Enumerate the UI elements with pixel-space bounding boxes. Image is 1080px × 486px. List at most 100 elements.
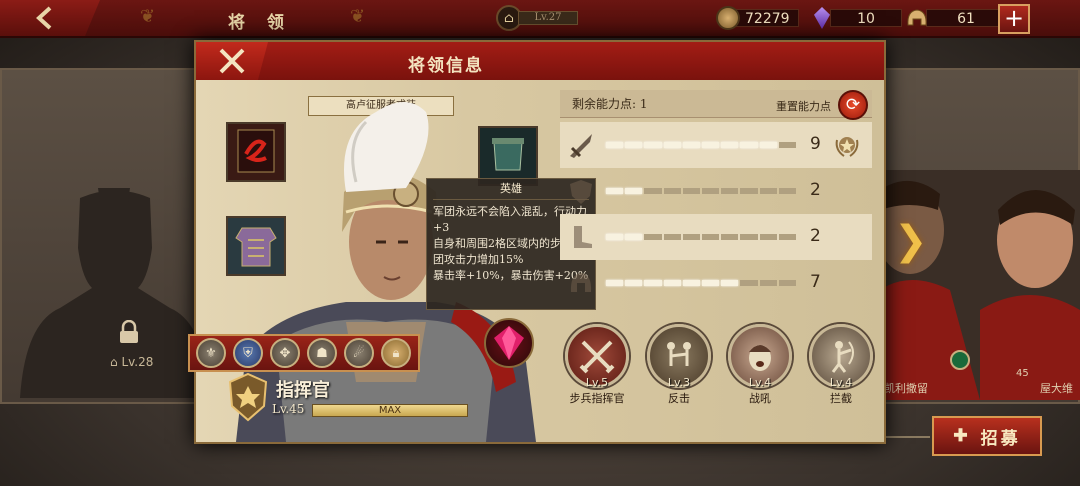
dialog-header: 将领信息 (196, 42, 884, 80)
stat-segment (625, 280, 643, 286)
stat-row-speed[interactable]: 2 (560, 214, 872, 260)
coin-value: 72279 (736, 9, 799, 27)
talent-lock-icon: 🔒︎ (381, 338, 411, 368)
helmet-value: 61 (926, 9, 1006, 27)
locked-level-text: Lv.28 (121, 355, 154, 369)
stat-value: 7 (810, 272, 821, 292)
lock-icon (118, 319, 140, 349)
right-hero-level: 45 (1016, 368, 1029, 379)
hero-exp-bar: MAX (312, 404, 468, 417)
top-bar: ❦ 将 领 ❦ ⌂ Lv.27 72279 10 61 + (0, 0, 1080, 38)
sword-icon (564, 128, 598, 162)
stat-segment (721, 280, 739, 286)
boot-icon (564, 220, 598, 254)
skill-level: Lv.5 (585, 376, 609, 389)
stat-segment (740, 142, 758, 148)
skill-name: 反击 (668, 392, 690, 405)
ruby-gem-slot[interactable] (484, 318, 534, 368)
talent-4-icon[interactable]: ☗ (307, 338, 337, 368)
gem-icon (814, 7, 830, 29)
stat-row-command[interactable]: 7 (560, 260, 872, 306)
skill-level: Lv.3 (667, 376, 691, 389)
helmet-icon (904, 6, 930, 30)
remaining-points-label: 剩余能力点: 1 (572, 97, 648, 111)
stat-segment (740, 234, 758, 240)
reset-points-button[interactable]: ⟳ (838, 90, 868, 120)
talent-3-icon[interactable]: ✥ (270, 338, 300, 368)
stat-row-defense[interactable]: 2 (560, 168, 872, 214)
temple-icon: ⌂ (110, 355, 118, 369)
refresh-icon: ⟳ (845, 95, 861, 115)
talent-1-icon[interactable]: ⚜ (196, 338, 226, 368)
stat-segment (721, 234, 739, 240)
skill-name: 拦截 (830, 392, 852, 405)
stat-segment (606, 142, 624, 148)
stat-row-attack[interactable]: 9 (560, 122, 872, 168)
skill-level: Lv.4 (748, 376, 772, 389)
skill-infantry-commander[interactable]: Lv.5 步兵指挥官 (562, 324, 632, 406)
next-hero-arrow-icon[interactable]: ❯ (894, 218, 928, 264)
ruby-icon (494, 326, 524, 360)
reset-points-label: 重置能力点 (776, 100, 831, 113)
shield-icon (564, 174, 598, 208)
laurel-right-icon: ❦ (350, 6, 366, 27)
recruit-button[interactable]: ✚ 招募 (932, 416, 1042, 456)
stat-segment (759, 188, 777, 194)
stat-segment (778, 142, 797, 148)
screen: ⌂ Lv.28 ❯ 凯利撒留 45 屋大维 ✚ 招募 ❦ 将 领 ❦ ⌂ Lv.… (0, 0, 1080, 486)
general-info-dialog: 将领信息 高卢征服者戎装 英雄 军团永远不会陷入混乱，行动力 +3 自身和周围2… (188, 40, 886, 444)
stat-track (606, 142, 797, 148)
skill-intercept[interactable]: Lv.4 拦截 (806, 324, 876, 406)
helmet-stat-icon (564, 266, 598, 300)
stat-segment (625, 188, 643, 194)
stat-segment (702, 234, 720, 240)
skill-name: 步兵指挥官 (569, 392, 625, 405)
page-title: 将 领 (228, 13, 292, 33)
stat-segment (625, 142, 643, 148)
right-hero-name-1: 凯利撒留 (884, 382, 928, 395)
stat-segment (682, 234, 701, 240)
stat-segment (663, 280, 681, 286)
add-resource-button[interactable]: + (998, 4, 1030, 34)
stat-segment (644, 280, 662, 286)
stat-segment (663, 188, 681, 194)
stat-segment (663, 234, 681, 240)
back-button[interactable] (0, 0, 100, 36)
next-hero-portraits[interactable] (880, 170, 1080, 400)
stat-segment (606, 188, 624, 194)
stat-value: 2 (810, 180, 821, 200)
stat-segment (682, 280, 701, 286)
talent-bar: ⚜ ⛨ ✥ ☗ ☄ 🔒︎ (188, 334, 420, 372)
stat-segment (778, 280, 797, 286)
coin-icon (716, 6, 740, 30)
laurel-star-icon (835, 137, 859, 157)
stat-segment (606, 234, 624, 240)
stat-segment (759, 142, 777, 148)
stat-segment (778, 188, 797, 194)
player-level-text: Lv.27 (518, 11, 578, 25)
recruit-icon: ✚ (953, 426, 971, 446)
gem-value: 10 (830, 9, 902, 27)
stat-segment (721, 188, 739, 194)
stat-segment (644, 188, 662, 194)
stat-segment (740, 280, 758, 286)
stat-segment (644, 234, 662, 240)
stat-segment (644, 142, 662, 148)
skill-war-cry[interactable]: Lv.4 战吼 (725, 324, 795, 406)
stat-segment (721, 142, 739, 148)
stat-value: 2 (810, 226, 821, 246)
stat-track (606, 234, 797, 240)
stat-segment (625, 234, 643, 240)
skill-name: 战吼 (749, 392, 771, 405)
hero-title: 指挥官 (276, 380, 330, 401)
stat-track (606, 280, 797, 286)
gem-counter: 10 (814, 6, 902, 30)
stat-track (606, 188, 797, 194)
stat-segment (702, 142, 720, 148)
stat-segment (778, 234, 797, 240)
skill-counterattack[interactable]: Lv.3 反击 (644, 324, 714, 406)
stat-segment (606, 280, 624, 286)
commander-emblem-icon (228, 372, 268, 422)
talent-5-icon[interactable]: ☄ (344, 338, 374, 368)
talent-shield-icon[interactable]: ⛨ (233, 338, 263, 368)
